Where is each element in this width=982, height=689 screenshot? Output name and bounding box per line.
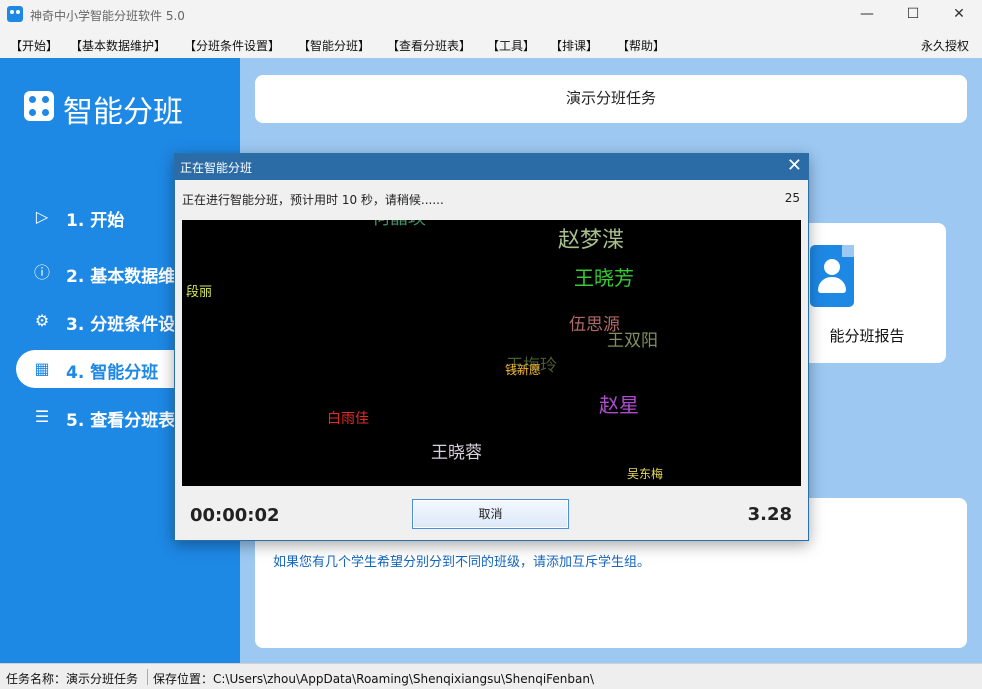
dialog-close-icon[interactable]: ✕ [787,156,802,176]
search-list-icon: ☰ [34,407,50,426]
sidebar-item-label: 5. 查看分班表 [66,411,176,431]
cancel-button[interactable]: 取消 [412,499,569,529]
student-name: 王晓芳 [574,266,634,290]
hint-link[interactable]: 如果您有几个学生希望分别分到不同的班级，请添加互斥学生组。 [273,551,650,570]
student-name: 王双阳 [607,331,658,351]
sidebar-item-label: 2. 基本数据维 [66,267,176,287]
elapsed-timer: 00:00:02 [190,505,280,526]
menu-smart-grouping[interactable]: 【智能分班】 [298,37,370,54]
gear-icon: ⚙ [34,311,50,330]
brand-logo-icon [24,91,54,121]
window-title: 神奇中小学智能分班软件 5.0 [30,9,185,23]
report-card[interactable]: 能分班报告 [788,223,946,363]
name-animation-canvas: 何晶瑛 赵梦渫 王晓芳 段丽 伍思源 王双阳 王梅玲 钱新愿 赵星 白雨佳 王晓… [182,220,801,486]
task-title: 演示分班任务 [255,75,967,123]
student-name: 钱新愿 [505,363,542,377]
score-value: 3.28 [747,504,792,525]
license-label[interactable]: 永久授权 [921,37,969,54]
title-bar: 神奇中小学智能分班软件 5.0 — ☐ ✕ [0,0,982,30]
menu-scheduling[interactable]: 【排课】 [550,37,598,54]
sidebar-item-label: 3. 分班条件设 [66,315,176,335]
status-bar: 任务名称：演示分班任务 保存位置：C:\Users\zhou\AppData\R… [0,663,982,689]
play-circle-icon: ▷ [35,207,49,226]
progress-dialog: 正在智能分班 ✕ 正在进行智能分班，预计用时 10 秒，请稍候...... 25… [174,153,809,541]
sidebar-item-label: 1. 开始 [66,211,125,231]
dialog-title-bar: 正在智能分班 ✕ [175,154,808,180]
student-name: 段丽 [186,285,213,300]
minimize-button[interactable]: — [844,0,890,30]
status-divider [147,669,148,685]
dialog-title: 正在智能分班 [180,161,253,175]
report-card-label: 能分班报告 [829,327,905,345]
status-save-path: 保存位置：C:\Users\zhou\AppData\Roaming\Shenq… [153,672,595,686]
student-name: 王晓蓉 [431,443,482,463]
menu-tools[interactable]: 【工具】 [487,37,535,54]
menu-start[interactable]: 【开始】 [10,37,58,54]
menu-help[interactable]: 【帮助】 [617,37,665,54]
menu-view-tables[interactable]: 【查看分班表】 [387,37,471,54]
student-name: 吴东梅 [627,467,664,481]
info-circle-icon: ⓘ [33,263,50,282]
progress-counter: 25 [784,191,800,205]
progress-message: 正在进行智能分班，预计用时 10 秒，请稍候...... [182,193,444,207]
menu-basic-data[interactable]: 【基本数据维护】 [70,37,166,54]
app-logo-icon [7,6,23,22]
student-name: 赵星 [599,393,639,417]
table-icon: ▦ [34,359,50,378]
brand-title: 智能分班 [63,95,183,130]
menu-conditions[interactable]: 【分班条件设置】 [184,37,280,54]
report-document-icon [810,245,854,307]
status-task-name: 任务名称：演示分班任务 [6,672,139,686]
student-name: 赵梦渫 [558,228,625,253]
maximize-button[interactable]: ☐ [890,0,936,30]
sidebar-item-label: 4. 智能分班 [66,363,159,383]
close-button[interactable]: ✕ [936,0,982,30]
menu-bar: 【开始】 【基本数据维护】 【分班条件设置】 【智能分班】 【查看分班表】 【工… [0,31,982,57]
student-name: 何晶瑛 [372,220,426,228]
student-name: 白雨佳 [327,411,369,427]
